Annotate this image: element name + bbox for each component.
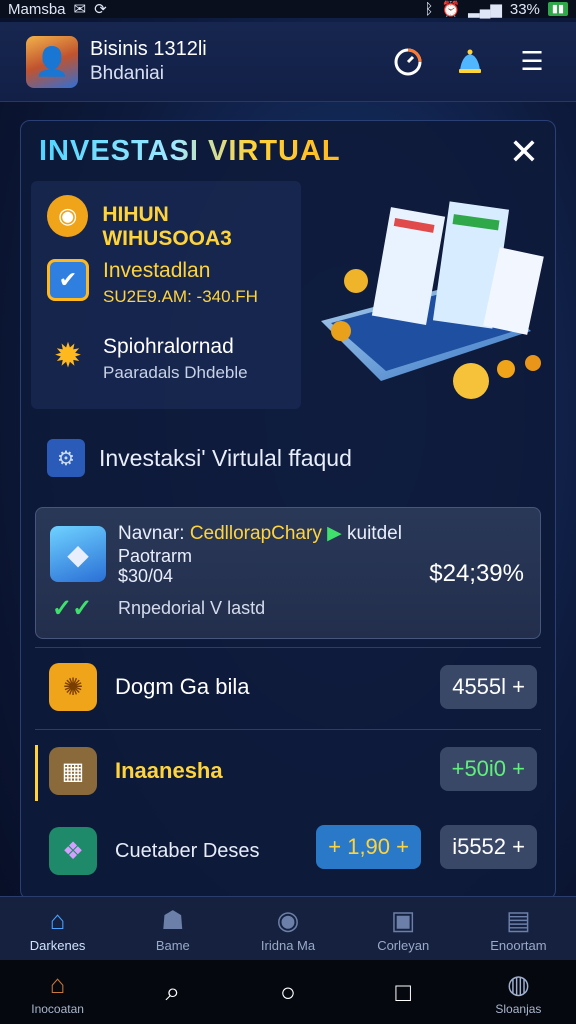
link-icon: ⚙ — [47, 439, 85, 477]
close-button[interactable]: ✕ — [505, 133, 543, 171]
robot-icon: ☗ — [161, 905, 185, 935]
summary-name: CedllorapChary — [189, 523, 322, 544]
list-item[interactable]: ❖ Cuetaber Deses + 1,90 + i5552 + — [35, 821, 541, 881]
printer-icon: ▣ — [390, 905, 416, 935]
feature-subtitle: Paaradals Dhdeble — [103, 363, 248, 382]
battery-text: 33% — [509, 0, 540, 18]
summary-program: Paotrarm — [118, 546, 193, 566]
feature-title: Spiohralornad — [103, 335, 234, 358]
system-nav: ⌂ Inocoatan ⌕ ○ □ ◍ Sloanjas — [0, 960, 576, 1024]
cube-icon: ◆ — [50, 526, 106, 582]
tab-label: Iridna Ma — [260, 938, 316, 953]
feature-subtitle: SU2E9.AM: -340.FH — [103, 287, 258, 306]
chart-icon: ▤ — [506, 905, 531, 935]
tab-enoortam[interactable]: ▤ Enoortam — [461, 897, 576, 960]
sys-home[interactable]: ⌂ Inocoatan — [0, 969, 115, 1016]
summary-status: kuitdel — [347, 523, 402, 544]
header-subtitle: Bhdaniai — [90, 63, 164, 84]
gem-icon: ❖ — [49, 827, 97, 875]
app-header: 👤 Bisinis 1312li Bhdaniai ☰ — [0, 22, 576, 102]
summary-card[interactable]: ◆ Navnar: CedllorapChary ▶ kuitdel Paotr… — [35, 507, 541, 639]
tab-label: Darkenes — [29, 938, 86, 953]
tab-iridna[interactable]: ◉ Iridna Ma — [230, 897, 345, 960]
tab-label: Corleyan — [377, 938, 430, 953]
sys-label: Inocoatan — [31, 1001, 84, 1016]
square-recent-icon: □ — [395, 976, 412, 1007]
investment-illustration — [321, 201, 544, 399]
panel-title: INVESTASI VIRTUAL — [39, 135, 341, 167]
bottom-nav: ⌂ Darkenes ☗ Bame ◉ Iridna Ma ▣ Corleyan… — [0, 896, 576, 960]
play-icon: ▶ — [327, 523, 342, 544]
sys-search[interactable]: ⌕ — [115, 976, 230, 1008]
feature-title: HIHUN WIHUSOOA3 — [102, 203, 232, 250]
list-item[interactable]: ✺ Dogm Ga bila 4555l + — [35, 657, 541, 717]
medal-icon: ✺ — [49, 663, 97, 711]
home-icon: ⌂ — [49, 905, 66, 935]
signal-icon: ▂▄▆ — [468, 1, 502, 18]
summary-footer: Rnpedorial V lastd — [118, 598, 266, 618]
divider — [35, 647, 541, 648]
sys-label: Sloanjas — [495, 1001, 542, 1016]
feature-list: ◉ HIHUN WIHUSOOA3 ✔ Investadlan SU2E9.AM… — [31, 181, 301, 409]
divider — [35, 729, 541, 730]
feature-item[interactable]: ✔ Investadlan SU2E9.AM: -340.FH — [47, 259, 258, 307]
summary-header: Navnar: CedllorapChary ▶ kuitdel — [118, 522, 402, 545]
item-label: Cuetaber Deses — [115, 839, 260, 862]
sys-recent[interactable]: □ — [346, 977, 461, 1008]
virtual-investment-link[interactable]: ⚙ Investaksi' Virtulal ffaqud — [47, 439, 352, 477]
register-icon: ▦ — [49, 747, 97, 795]
circle-home-icon: ○ — [280, 976, 296, 1007]
chat-icon: ◍ — [507, 968, 530, 999]
item-label: Dogm Ga bila — [115, 674, 250, 699]
alarm-icon: ⏰ — [441, 1, 461, 18]
feature-item[interactable]: ✹ Spiohralornad Paaradals Dhdeble — [47, 335, 248, 383]
summary-value: $24;39% — [429, 560, 524, 587]
search-icon: ⌕ — [165, 976, 181, 1006]
investment-panel: INVESTASI VIRTUAL ✕ ◉ HIHUN WIHUSOOA3 ✔ … — [20, 120, 556, 900]
mail-icon: ✉ — [73, 1, 87, 18]
item-label: Inaanesha — [115, 758, 223, 783]
sys-home-button[interactable]: ○ — [230, 977, 345, 1008]
summary-name-label: Navnar: — [118, 523, 185, 544]
checkbox-icon: ✔ — [47, 259, 89, 301]
list-item[interactable]: ▦ Inaanesha +50i0 + — [35, 741, 541, 801]
value-button[interactable]: +50i0 + — [439, 747, 537, 791]
tab-corleyan[interactable]: ▣ Corleyan — [346, 897, 461, 960]
link-label: Investaksi' Virtulal ffaqud — [99, 444, 352, 471]
sync-icon: ⟳ — [94, 1, 107, 18]
timer-icon[interactable] — [390, 44, 426, 80]
sys-chat[interactable]: ◍ Sloanjas — [461, 969, 576, 1016]
feature-title: Investadlan — [103, 259, 211, 282]
chevron-circle-icon: ◉ — [276, 905, 300, 935]
trend-icon: ✓✓ — [52, 595, 93, 622]
highlight-bar — [35, 745, 38, 801]
home-icon: ⌂ — [49, 968, 66, 999]
add-value-button[interactable]: + 1,90 + — [316, 825, 421, 869]
summary-amount: $30/04 — [118, 566, 174, 586]
tab-home[interactable]: ⌂ Darkenes — [0, 897, 115, 960]
tab-label: Enoortam — [490, 938, 547, 953]
status-bar: Mamsba ✉ ⟳ ᛒ ⏰ ▂▄▆ 33% ▮▮ — [0, 0, 576, 18]
tab-bame[interactable]: ☗ Bame — [115, 897, 230, 960]
avatar[interactable]: 👤 — [26, 35, 78, 88]
feature-item[interactable]: ◉ HIHUN WIHUSOOA3 — [47, 195, 301, 251]
carrier-name: Mamsba — [8, 0, 66, 18]
sun-icon: ✹ — [53, 337, 83, 375]
value-button[interactable]: i5552 + — [440, 825, 537, 869]
coin-icon: ◉ — [47, 195, 89, 237]
battery-icon: ▮▮ — [547, 2, 568, 16]
menu-icon[interactable]: ☰ — [514, 44, 550, 80]
bluetooth-icon: ᛒ — [424, 0, 434, 18]
tab-label: Bame — [155, 938, 190, 953]
value-button[interactable]: 4555l + — [440, 665, 537, 709]
bell-icon[interactable] — [452, 44, 488, 80]
header-title: Bisinis 1312li — [90, 38, 207, 60]
